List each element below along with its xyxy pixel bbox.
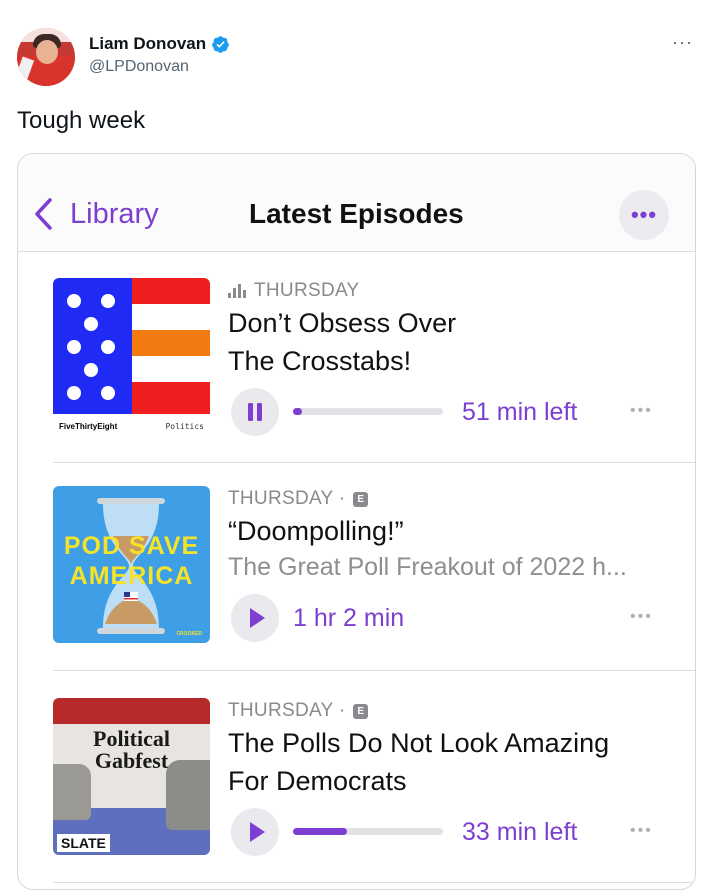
- episode-date: THURSDAY · E: [228, 700, 369, 722]
- episode-title[interactable]: The Polls Do Not Look Amazing For Democr…: [228, 724, 668, 800]
- play-button[interactable]: [231, 808, 279, 856]
- tweet-text: Tough week: [17, 107, 146, 134]
- episode-more-icon[interactable]: •••: [630, 608, 653, 626]
- episode-more-icon[interactable]: •••: [630, 402, 653, 420]
- pause-icon: [248, 403, 262, 421]
- chevron-left-icon[interactable]: [32, 197, 54, 231]
- author-avatar[interactable]: [17, 28, 75, 86]
- author-handle[interactable]: @LPDonovan: [89, 58, 189, 76]
- play-button[interactable]: [231, 594, 279, 642]
- nav-more-button[interactable]: •••: [619, 190, 669, 240]
- tweet-more-icon[interactable]: ···: [672, 32, 693, 53]
- progress-bar[interactable]: [293, 828, 443, 835]
- tweet-media-card[interactable]: Library Latest Episodes ••• FiveThirtyEi…: [17, 153, 696, 890]
- episode-description: The Great Poll Freakout of 2022 h...: [228, 553, 627, 581]
- episode-duration: 1 hr 2 min: [293, 604, 405, 632]
- time-remaining: 33 min left: [462, 818, 578, 846]
- episode-more-icon[interactable]: •••: [630, 822, 653, 840]
- play-icon: [250, 822, 265, 842]
- episode-title[interactable]: Don’t Obsess Over The Crosstabs!: [228, 304, 668, 380]
- progress-bar[interactable]: [293, 408, 443, 415]
- page-title: Latest Episodes: [249, 198, 464, 229]
- pause-button[interactable]: [231, 388, 279, 436]
- show-artwork-fivethirtyeight[interactable]: FiveThirtyEight Politics: [53, 278, 210, 435]
- explicit-badge-icon: E: [353, 491, 369, 507]
- show-artwork-pod-save-america[interactable]: POD SAVE AMERICA CROOKED: [53, 486, 210, 643]
- back-button-library[interactable]: Library: [70, 198, 159, 231]
- progress-fill: [293, 828, 347, 835]
- author-name-row[interactable]: Liam Donovan: [89, 34, 230, 54]
- progress-fill: [293, 408, 302, 415]
- episode-date: THURSDAY: [228, 280, 360, 302]
- time-remaining: 51 min left: [462, 398, 578, 426]
- episode-title[interactable]: “Doompolling!”: [228, 512, 668, 550]
- now-playing-bars-icon: [228, 284, 246, 298]
- explicit-badge-icon: E: [353, 703, 369, 719]
- podcast-nav-bar: Library Latest Episodes •••: [18, 154, 695, 252]
- author-name[interactable]: Liam Donovan: [89, 34, 206, 54]
- show-artwork-political-gabfest[interactable]: Political Gabfest SLATE: [53, 698, 210, 855]
- episode-date: THURSDAY · E: [228, 488, 369, 510]
- play-icon: [250, 608, 265, 628]
- verified-badge-icon: [212, 35, 229, 53]
